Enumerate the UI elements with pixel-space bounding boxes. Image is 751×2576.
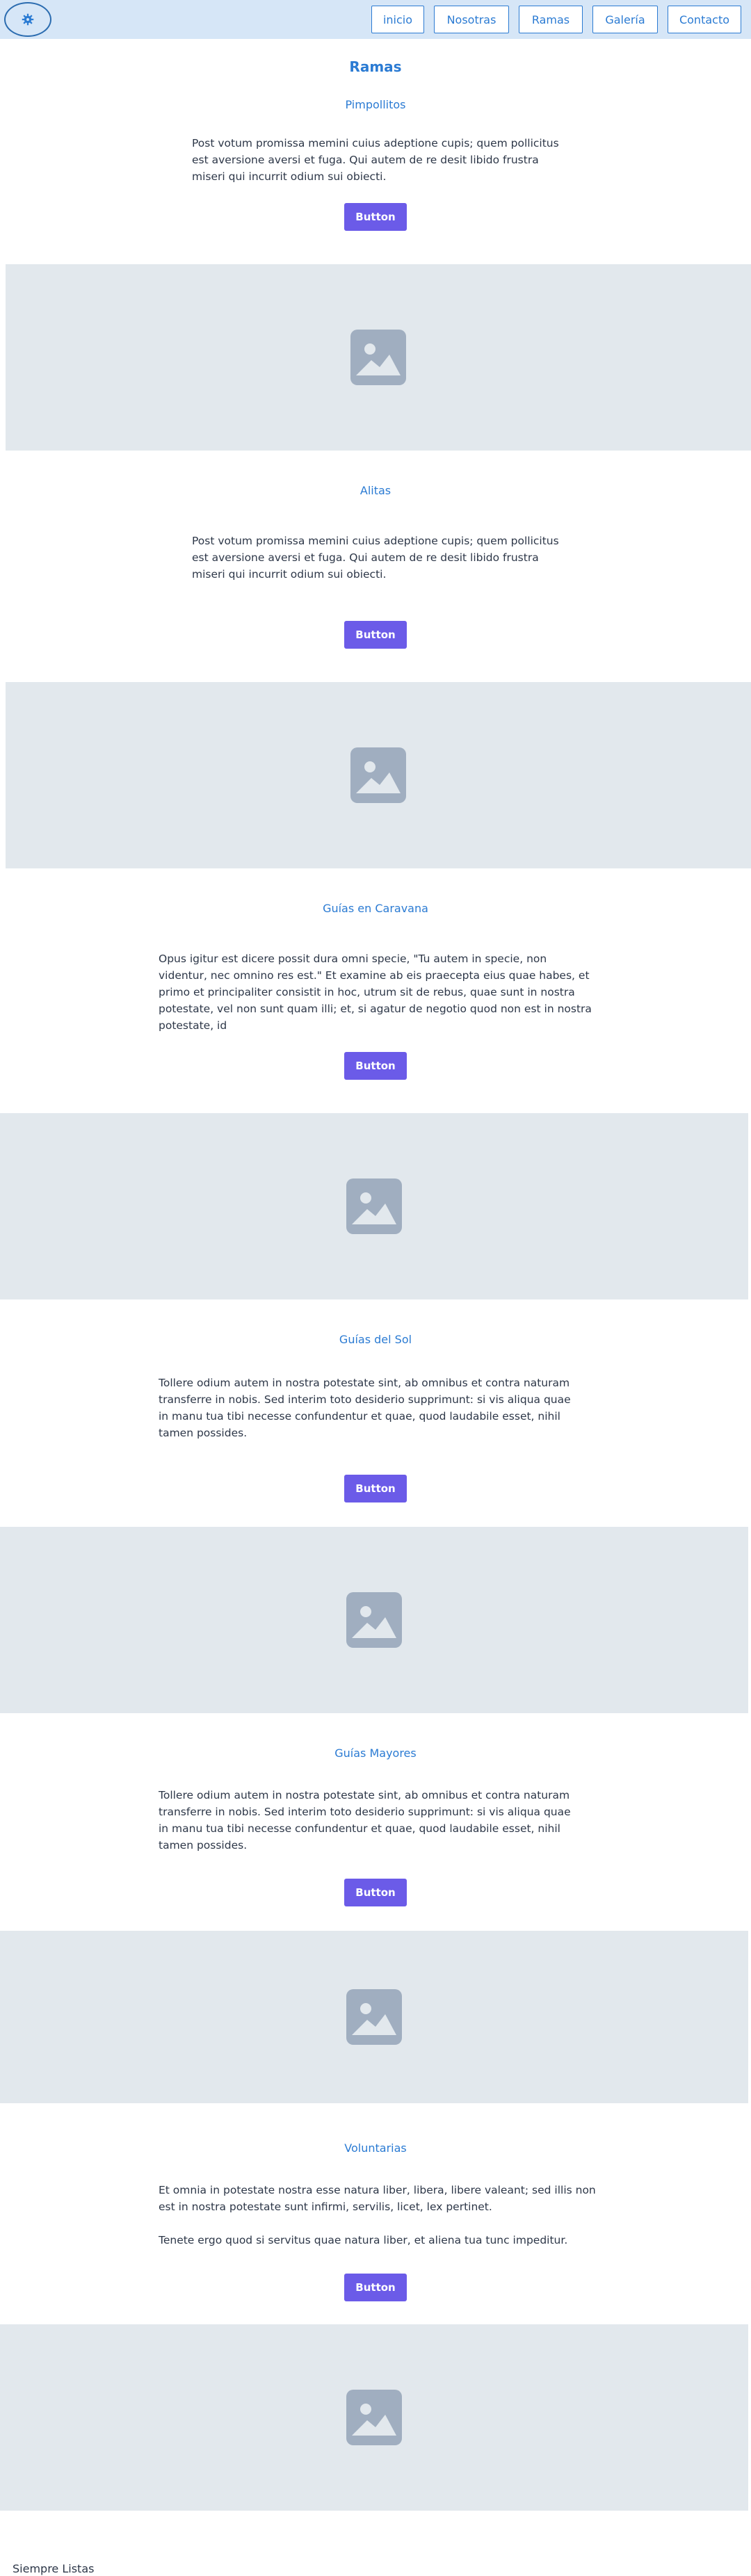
image-icon <box>346 1592 402 1648</box>
nav-ramas[interactable]: Ramas <box>519 6 583 33</box>
logo[interactable] <box>4 2 51 37</box>
nav-inicio[interactable]: inicio <box>371 6 424 33</box>
section-button-pimpollitos[interactable]: Button <box>344 203 407 231</box>
top-navbar: inicio Nosotras Ramas Galería Contacto <box>0 0 751 39</box>
image-icon <box>346 1989 402 2045</box>
image-icon <box>350 747 406 803</box>
image-placeholder <box>0 1931 748 2103</box>
image-placeholder <box>6 682 751 868</box>
section-title-guias-mayores: Guías Mayores <box>334 1747 417 1760</box>
footer-text: Siempre Listas <box>13 2562 95 2575</box>
gear-icon <box>22 13 34 26</box>
section-button-guias-del-sol[interactable]: Button <box>344 1475 407 1502</box>
nav-nosotras[interactable]: Nosotras <box>434 6 509 33</box>
section-text-guias-del-sol: Tollere odium autem in nostra potestate … <box>159 1377 571 1439</box>
section-button-voluntarias[interactable]: Button <box>344 2274 407 2301</box>
section-title-guias-en-caravana: Guías en Caravana <box>323 902 428 915</box>
image-placeholder <box>0 2324 748 2511</box>
section-text-guias-en-caravana: Opus igitur est dicere possit dura omni … <box>159 953 592 1032</box>
section-button-alitas[interactable]: Button <box>344 621 407 649</box>
section-text-alitas: Post votum promissa memini cuius adeptio… <box>192 535 559 581</box>
section-title-alitas: Alitas <box>360 484 391 497</box>
image-icon <box>346 2390 402 2445</box>
image-placeholder <box>6 264 751 451</box>
nav-galeria[interactable]: Galería <box>592 6 658 33</box>
section-text-guias-mayores: Tollere odium autem in nostra potestate … <box>159 1789 571 1852</box>
section-text-voluntarias-1: Et omnia in potestate nostra esse natura… <box>159 2184 596 2213</box>
section-text-pimpollitos: Post votum promissa memini cuius adeptio… <box>192 137 559 183</box>
image-icon <box>350 330 406 385</box>
nav-contacto[interactable]: Contacto <box>668 6 741 33</box>
section-title-pimpollitos: Pimpollitos <box>345 98 406 111</box>
section-button-guias-en-caravana[interactable]: Button <box>344 1052 407 1080</box>
section-title-guias-del-sol: Guías del Sol <box>339 1333 412 1346</box>
page-title: Ramas <box>349 58 402 75</box>
image-icon <box>346 1178 402 1234</box>
section-text-voluntarias-2: Tenete ergo quod si servitus quae natura… <box>159 2234 568 2246</box>
section-button-guias-mayores[interactable]: Button <box>344 1879 407 1906</box>
image-placeholder <box>0 1113 748 1299</box>
section-title-voluntarias: Voluntarias <box>344 2141 407 2155</box>
image-placeholder <box>0 1527 748 1713</box>
